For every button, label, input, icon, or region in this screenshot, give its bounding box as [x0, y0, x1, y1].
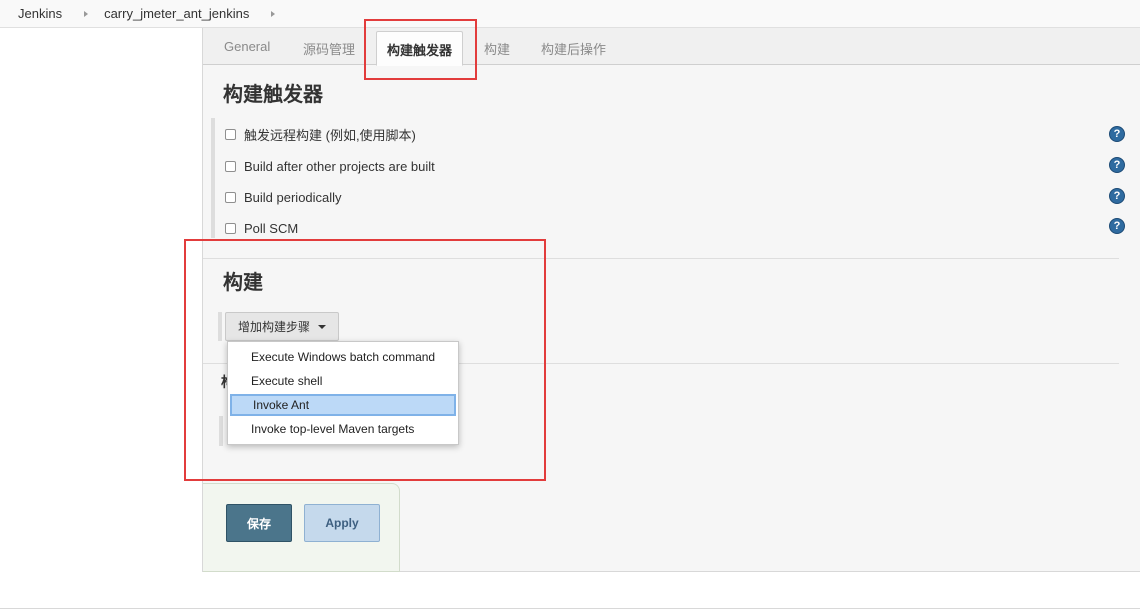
question-circle-icon[interactable]: ?: [1109, 218, 1125, 234]
build-triggers-title: 构建触发器: [223, 84, 323, 106]
trigger-poll-scm-label[interactable]: Poll SCM: [244, 221, 298, 236]
trigger-remote-checkbox[interactable]: [225, 128, 236, 140]
config-tab-bar: General 源码管理 构建触发器 构建 构建后操作: [203, 28, 1140, 66]
trigger-after-other-row: Build after other projects are built: [225, 156, 435, 176]
apply-button[interactable]: Apply: [304, 504, 380, 542]
trigger-periodically-row: Build periodically: [225, 187, 342, 207]
tab-general[interactable]: General: [224, 39, 270, 54]
save-button[interactable]: 保存: [226, 504, 292, 542]
annotation-box-triggers-tab: [364, 19, 477, 80]
question-circle-icon[interactable]: ?: [1109, 126, 1125, 142]
breadcrumb: Jenkins carry_jmeter_ant_jenkins: [0, 0, 1140, 28]
breadcrumb-separator-icon[interactable]: [271, 10, 276, 17]
tab-scm[interactable]: 源码管理: [303, 39, 355, 58]
page-bottom-divider: [0, 608, 1140, 609]
trigger-poll-scm-row: Poll SCM: [225, 218, 298, 238]
breadcrumb-jenkins[interactable]: Jenkins: [18, 6, 62, 21]
trigger-remote-label[interactable]: 触发远程构建 (例如,使用脚本): [244, 125, 416, 144]
question-circle-icon[interactable]: ?: [1109, 188, 1125, 204]
question-circle-icon[interactable]: ?: [1109, 157, 1125, 173]
trigger-remote-row: 触发远程构建 (例如,使用脚本): [225, 124, 416, 144]
trigger-after-other-checkbox[interactable]: [225, 160, 236, 172]
form-button-bar: 保存 Apply: [203, 483, 400, 572]
section-indent-bar: [211, 118, 215, 238]
tab-build[interactable]: 构建: [484, 39, 510, 58]
tab-post-build[interactable]: 构建后操作: [541, 39, 606, 58]
trigger-periodically-checkbox[interactable]: [225, 191, 236, 203]
trigger-after-other-label[interactable]: Build after other projects are built: [244, 159, 435, 174]
annotation-box-build-section: [184, 239, 546, 481]
trigger-periodically-label[interactable]: Build periodically: [244, 190, 342, 205]
trigger-poll-scm-checkbox[interactable]: [225, 222, 236, 234]
breadcrumb-separator-icon[interactable]: [84, 10, 89, 17]
breadcrumb-job[interactable]: carry_jmeter_ant_jenkins: [104, 6, 249, 21]
